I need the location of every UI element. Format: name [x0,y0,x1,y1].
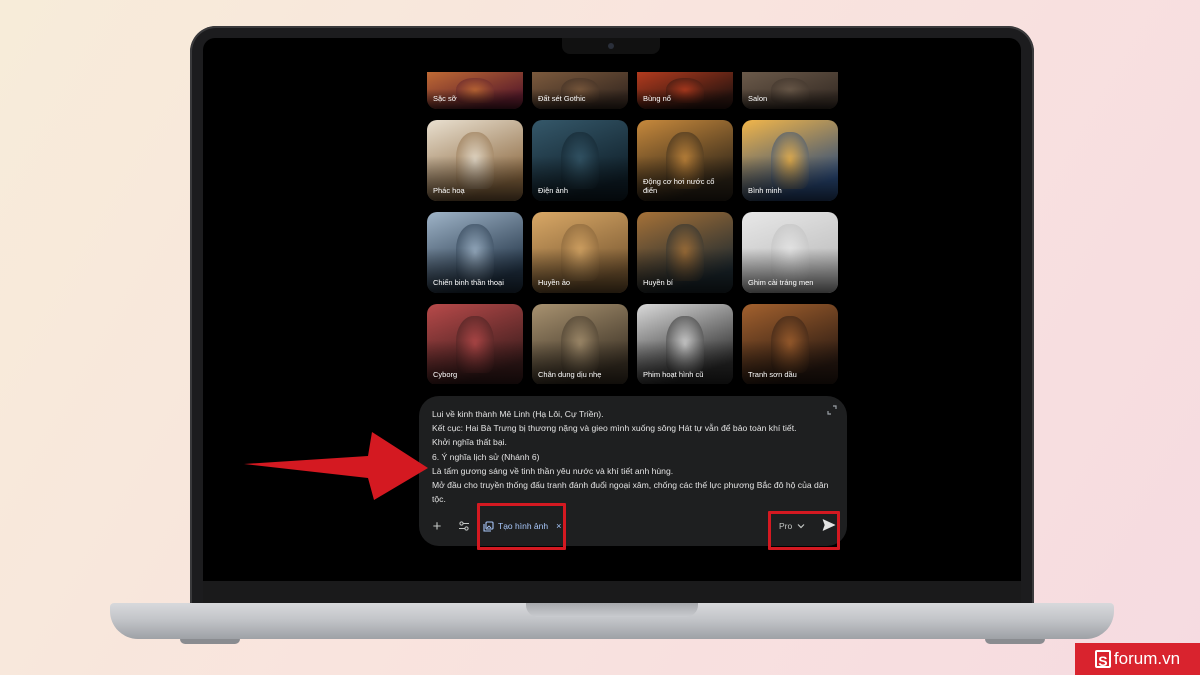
laptop-foot [985,639,1045,644]
style-tile-label: Ghim cài tráng men [748,278,814,287]
style-tile[interactable]: Điện ảnh [532,120,628,201]
prompt-line: Lui về kinh thành Mê Linh (Hạ Lôi, Cự Tr… [432,409,604,419]
add-attachment-button[interactable]: + [429,517,445,535]
style-tile-label: Phác hoạ [433,186,465,195]
style-tile[interactable]: Bình minh [742,120,838,201]
style-tile-label: Tranh sơn dầu [748,370,797,379]
style-tile-label: Điện ảnh [538,186,569,195]
style-tile[interactable]: Bùng nổ [637,72,733,109]
style-tile[interactable]: Đất sét Gothic [532,72,628,109]
screen-bottom-bezel [203,581,1021,603]
plus-icon: + [432,517,442,535]
style-tile[interactable]: Salon [742,72,838,109]
style-tile[interactable]: Ghim cài tráng men [742,212,838,293]
style-tile[interactable]: Huyền ảo [532,212,628,293]
red-arrow-annotation [244,432,428,500]
camera-icon [608,43,614,49]
highlight-model-send [768,511,840,550]
style-tile[interactable]: Huyền bí [637,212,733,293]
style-tile[interactable]: Động cơ hơi nước cổ điển [637,120,733,201]
sliders-icon [459,521,469,531]
prompt-line: 6. Ý nghĩa lịch sử (Nhánh 6) [432,451,540,462]
highlight-create-image [477,503,566,550]
prompt-line: Khởi nghĩa thất bại. [432,437,507,448]
style-tile-label: Salon [748,94,768,103]
expand-icon[interactable] [827,405,837,415]
tools-button[interactable] [456,518,472,534]
style-tile-label: Bình minh [748,186,782,195]
laptop-foot [180,639,240,644]
style-tile-label: Bùng nổ [643,94,671,103]
style-tile[interactable]: Sặc sỡ [427,72,523,109]
sforum-watermark: S forum.vn [1075,643,1200,675]
prompt-line: Là tấm gương sáng về tinh thần yêu nước … [432,465,674,476]
prompt-line: Kết cục: Hai Bà Trưng bị thương nặng và … [432,423,797,434]
style-tile-label: Sặc sỡ [433,94,457,103]
style-tile-label: Chiến binh thần thoại [433,278,504,287]
style-tile-label: Đất sét Gothic [538,94,586,103]
style-tile-label: Động cơ hơi nước cổ điển [643,177,715,195]
sforum-logo: S [1094,650,1111,669]
style-tile-label: Huyền ảo [538,278,571,287]
style-tile[interactable]: Tranh sơn dầu [742,304,838,384]
sforum-text: forum.vn [1113,649,1181,668]
style-tile-label: Huyền bí [643,278,674,287]
laptop-base-groove [526,603,698,617]
style-tile[interactable]: Chiến binh thần thoại [427,212,523,293]
prompt-textarea[interactable]: Lui về kinh thành Mê Linh (Hạ Lôi, Cự Tr… [432,407,830,506]
image-style-gallery: Sặc sỡ Đất sét Gothic Bùng nổ Salon Phác hoạ… [427,72,839,384]
style-tile[interactable]: Cyborg [427,304,523,384]
style-tile[interactable]: Phác hoạ [427,120,523,201]
style-tile-label: Phim hoạt hình cũ [643,370,704,379]
style-tile-label: Chân dung dịu nhẹ [538,370,602,379]
style-tile[interactable]: Phim hoạt hình cũ [637,304,733,384]
style-tile-label: Cyborg [433,370,458,379]
style-tile[interactable]: Chân dung dịu nhẹ [532,304,628,384]
